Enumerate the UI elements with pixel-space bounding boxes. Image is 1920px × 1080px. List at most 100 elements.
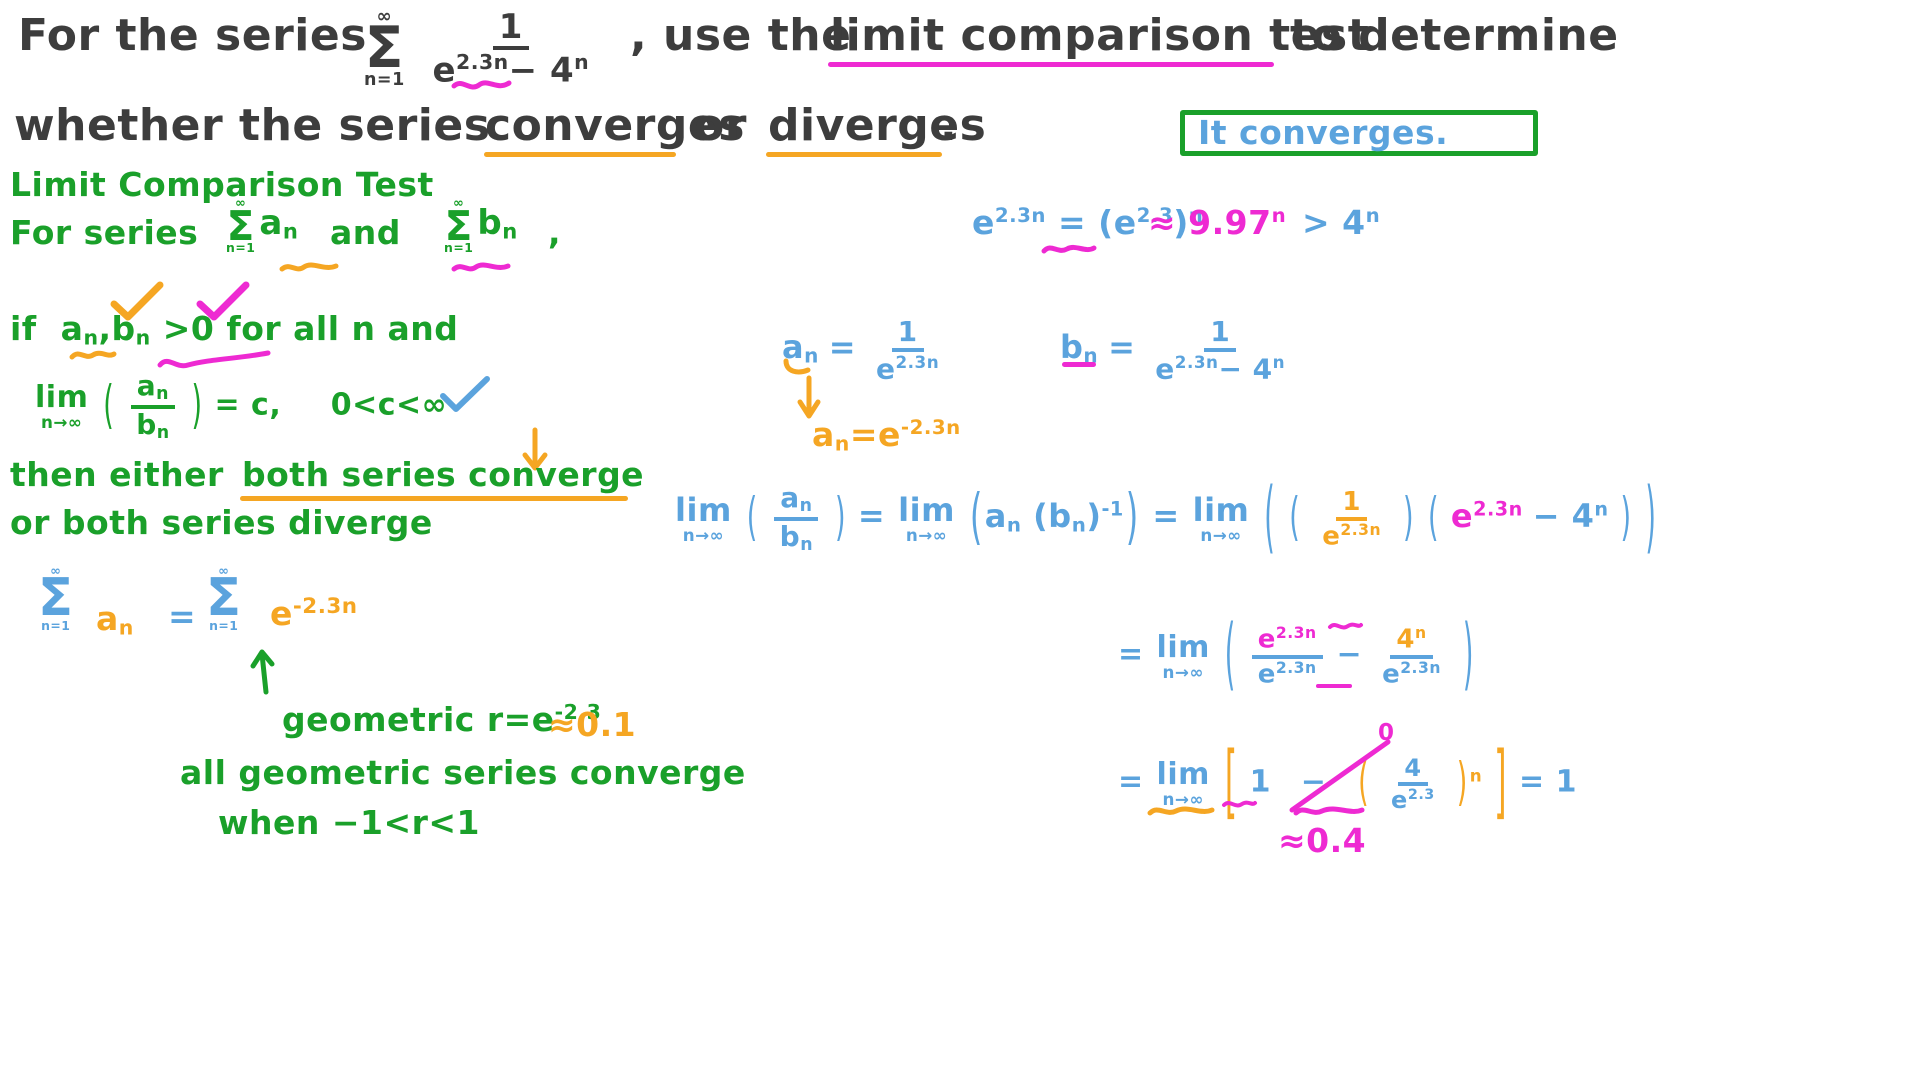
geo-sigma2-symbol: Σ <box>206 567 242 628</box>
orange-underline-converges <box>484 152 676 157</box>
geometric-sum-1: ∞ Σ n=1 <box>34 565 78 633</box>
limit-equals-c: = c, <box>214 387 282 423</box>
orange-arrow-to-simplified <box>796 375 824 420</box>
split-eq: = <box>1118 637 1144 673</box>
final-lim: lim <box>1156 757 1210 793</box>
work-limit-chain: lim n→∞ ( an bn ) = lim n→∞ (an (bn)-1) … <box>675 473 1657 564</box>
b-def-den: e2.3n− 4n <box>1155 352 1286 386</box>
theory-term-a: an <box>259 202 299 244</box>
geo-sigma1-symbol: Σ <box>38 567 74 628</box>
orange-squiggle-final-lim <box>1147 804 1215 818</box>
chain-expr3-num: 1 <box>1336 489 1367 521</box>
theory-term-b: bn <box>477 202 518 244</box>
limit-word: lim <box>35 380 89 416</box>
limit-frac-den: bn <box>136 408 170 443</box>
sigma-symbol: Σ <box>364 15 405 82</box>
chain-lim3-sub: n→∞ <box>1200 525 1242 546</box>
theory-and: and <box>330 213 401 252</box>
limit-subscript: n→∞ <box>40 412 83 433</box>
theory-title: Limit Comparison Test <box>10 165 434 204</box>
final-one: 1 <box>1249 764 1272 800</box>
split-lim-sub: n→∞ <box>1162 661 1204 682</box>
chain-expr3-den: e2.3n <box>1322 520 1382 552</box>
theory-limit-expression: lim n→∞ ( an bn ) = c, 0<c<∞ <box>35 369 448 443</box>
answer-text: It converges. <box>1198 113 1449 152</box>
orange-squiggle-sum-a <box>279 260 339 274</box>
work-step-split: = lim n→∞ ( e2.3n e2.3n − 4n e2.3n ) <box>1118 610 1474 701</box>
split-t1-num: e2.3n <box>1251 625 1323 659</box>
geo-sigma1-bottom: n=1 <box>41 617 71 633</box>
split-t2-num: 4n <box>1390 625 1433 659</box>
geo-sigma2-bottom: n=1 <box>209 617 239 633</box>
question-line2-period: . <box>940 100 958 151</box>
sigma-bottom: n=1 <box>364 69 405 90</box>
question-line1-lead: For the series <box>18 10 367 61</box>
chain-frac-den: bn <box>779 520 814 555</box>
question-line2-lead: whether the series <box>14 100 491 151</box>
geometric-note-1-approx: ≈0.1 <box>548 705 637 744</box>
question-word-or: or <box>694 100 747 151</box>
chain-lim1-sub: n→∞ <box>682 525 725 546</box>
green-up-arrow <box>250 648 280 695</box>
question-line1-tail: to determine <box>1290 10 1619 61</box>
orange-squiggle-an <box>69 348 117 362</box>
limit-range: 0<c<∞ <box>330 387 448 423</box>
sigma-a-symbol: Σ <box>226 201 255 250</box>
split-t1-den: e2.3n <box>1257 658 1317 690</box>
chain-lim1: lim <box>675 491 732 530</box>
chain-expr2: (an (bn)-1) <box>969 479 1139 552</box>
sigma-b-bottom: n=1 <box>444 240 474 256</box>
chain-expr3-minus: − 4n <box>1532 496 1609 535</box>
chain-eq1: = <box>857 496 886 535</box>
theory-conclusion-1: then either <box>10 455 224 494</box>
final-pow: n <box>1469 765 1483 786</box>
orange-hook-an <box>782 358 822 376</box>
split-lim: lim <box>1156 629 1210 665</box>
theory-condition: if an,bn >0 for all n and <box>10 309 459 350</box>
magenta-squiggle-e23-final <box>1293 804 1365 818</box>
b-def-num: 1 <box>1204 318 1237 352</box>
geometric-an: an <box>96 599 134 640</box>
geometric-equals: = <box>168 597 197 636</box>
theory-sum-b: ∞ Σ n=1 bn <box>440 197 518 256</box>
split-t2-den: e2.3n <box>1382 658 1441 690</box>
magenta-squiggle-sum-b <box>451 260 511 274</box>
work-b-definition: bn = 1 e2.3n− 4n <box>1060 318 1295 383</box>
geometric-sum-2: ∞ Σ n=1 <box>202 565 246 633</box>
final-result: = 1 <box>1519 764 1577 800</box>
chain-eq2: = <box>1152 496 1180 535</box>
work-a-simplified: an=e-2.3n <box>812 415 961 456</box>
chain-frac-num: an <box>774 484 819 522</box>
theory-sum-a: ∞ Σ n=1 an <box>222 197 299 256</box>
blue-checkmark <box>440 376 490 414</box>
theory-conclusion-underlined: both series converge <box>242 455 645 494</box>
question-line1-mid: , use the <box>630 10 852 61</box>
magenta-underline-e23n <box>1316 684 1352 688</box>
magenta-squiggle-e <box>451 76 512 92</box>
magenta-diagonal-stroke <box>1289 736 1394 814</box>
sigma-b-symbol: Σ <box>444 201 473 250</box>
a-def-num: 1 <box>891 318 924 352</box>
work-greater-than-4n: > 4n <box>1302 203 1381 242</box>
chain-lim2-sub: n→∞ <box>905 525 948 546</box>
work-approx-997: ≈ 9.97n <box>1148 203 1287 242</box>
final-eq: = <box>1118 764 1144 800</box>
theory-comma: , <box>548 213 562 252</box>
term-numerator: 1 <box>492 10 529 50</box>
orange-underline-diverges <box>766 152 942 157</box>
final-approx-label: ≈0.4 <box>1278 821 1367 860</box>
limit-frac-num: an <box>130 372 176 410</box>
magenta-underline-bn <box>1062 362 1096 367</box>
sigma-a-bottom: n=1 <box>226 240 256 256</box>
chain-expr3-second: e2.3n <box>1450 496 1523 535</box>
theory-conclusion-2: or both series diverge <box>10 503 433 542</box>
geometric-exponential: e-2.3n <box>270 594 358 633</box>
split-minus: − <box>1336 637 1363 673</box>
worksheet-canvas: For the series ∞ Σ n=1 1 e2.3n− 4n , use… <box>0 0 1920 1080</box>
magenta-underline-phrase <box>828 62 1274 67</box>
chain-lim2: lim <box>898 491 955 530</box>
magenta-squiggle-one <box>1222 798 1257 810</box>
question-limit-comparison-phrase: limit comparison test <box>830 10 1370 61</box>
magenta-squiggle-e23 <box>1041 242 1097 256</box>
theory-for-series: For series <box>10 213 199 252</box>
